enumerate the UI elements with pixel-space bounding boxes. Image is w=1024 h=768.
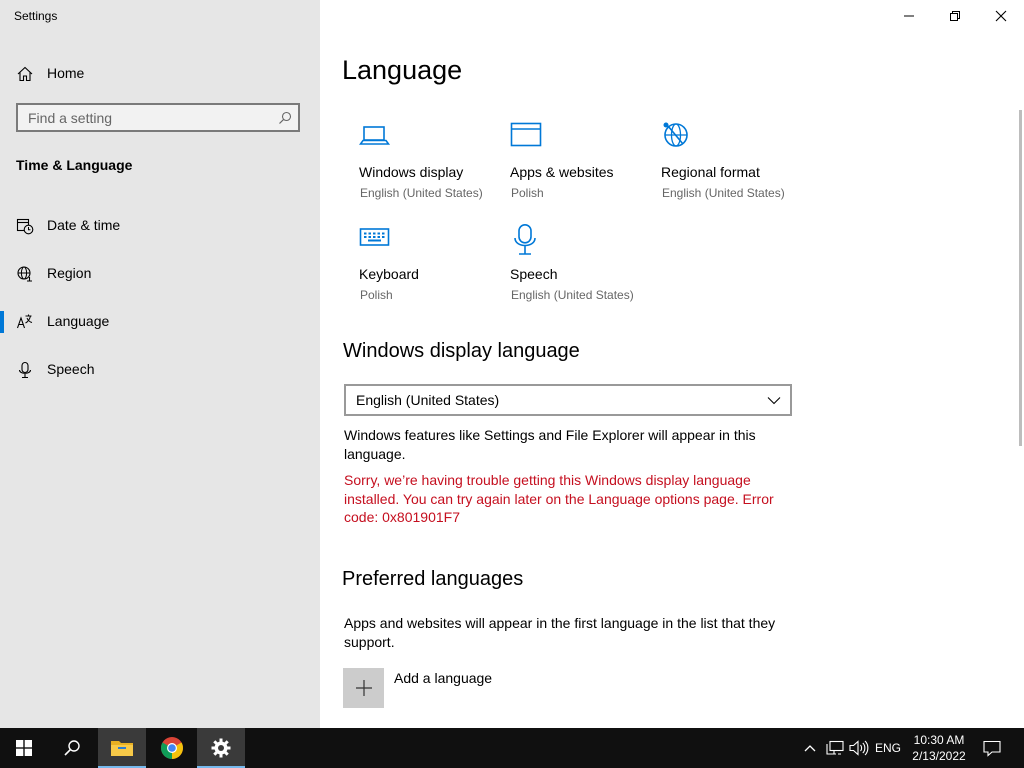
settings-icon: [211, 738, 231, 758]
tile-title: Keyboard: [359, 266, 419, 282]
tile-subtitle: English (United States): [511, 288, 634, 302]
taskbar-settings[interactable]: [197, 728, 245, 768]
taskbar-file-explorer[interactable]: [98, 728, 146, 768]
dropdown-selected-value: English (United States): [356, 392, 500, 408]
tray-volume[interactable]: [848, 728, 870, 768]
search-input[interactable]: [18, 105, 268, 130]
close-icon: [995, 10, 1007, 22]
restore-button[interactable]: [932, 0, 978, 32]
restore-icon: [950, 11, 960, 21]
sidebar-item-region[interactable]: Region: [0, 253, 320, 293]
tile-keyboard[interactable]: Keyboard Polish: [359, 224, 509, 319]
sidebar-item-date-time[interactable]: Date & time: [0, 205, 320, 245]
close-button[interactable]: [978, 0, 1024, 32]
tile-title: Speech: [510, 266, 558, 282]
display-language-dropdown[interactable]: English (United States): [344, 384, 792, 416]
preferred-languages-heading: Preferred languages: [342, 568, 524, 590]
add-language-label: Add a language: [394, 670, 493, 686]
notification-icon: [983, 740, 1001, 757]
action-center-button[interactable]: [978, 728, 1006, 768]
search-box[interactable]: [16, 103, 300, 132]
tile-subtitle: English (United States): [662, 186, 785, 200]
calendar-clock-icon: [16, 217, 34, 235]
tile-windows-display[interactable]: Windows display English (United States): [359, 122, 509, 217]
minimize-icon: [904, 15, 914, 17]
minimize-button[interactable]: [886, 0, 932, 32]
preferred-languages-description: Apps and websites will appear in the fir…: [344, 615, 776, 650]
sidebar-item-label: Region: [47, 265, 92, 281]
tile-subtitle: Polish: [360, 288, 393, 302]
file-explorer-icon: [111, 741, 133, 756]
tile-title: Regional format: [661, 164, 760, 180]
tile-subtitle: Polish: [511, 186, 544, 200]
nav-home-label: Home: [47, 65, 85, 81]
sidebar-item-label: Date & time: [47, 217, 121, 233]
search-icon: [64, 740, 80, 756]
selection-indicator: [0, 311, 4, 333]
window-icon: [510, 122, 542, 148]
tile-title: Apps & websites: [510, 164, 614, 180]
taskbar-search-button[interactable]: [48, 728, 96, 768]
laptop-icon: [359, 122, 391, 148]
globe-settings-icon: [661, 122, 693, 150]
sidebar: Settings Home Time & Language Date & tim…: [0, 0, 320, 728]
display-language-heading: Windows display language: [343, 340, 580, 362]
home-icon: [16, 65, 34, 83]
page-title: Language: [342, 55, 463, 85]
tray-clock[interactable]: 10:30 AM 2/13/2022: [904, 732, 974, 764]
globe-icon: [16, 265, 34, 283]
microphone-icon: [16, 361, 34, 379]
sidebar-item-label: Language: [47, 313, 110, 329]
tile-speech[interactable]: Speech English (United States): [510, 224, 660, 319]
display-language-error: Sorry, we’re having trouble getting this…: [344, 472, 774, 525]
sidebar-item-speech[interactable]: Speech: [0, 349, 320, 389]
search-icon[interactable]: [278, 111, 292, 125]
network-icon: [826, 740, 844, 755]
section-heading: Time & Language: [16, 157, 133, 173]
chevron-down-icon: [767, 394, 781, 406]
sidebar-item-language[interactable]: Language: [0, 301, 320, 341]
taskbar: ENG 10:30 AM 2/13/2022: [0, 728, 1024, 768]
start-icon: [16, 740, 32, 756]
clock-date: 2/13/2022: [912, 749, 966, 763]
sidebar-item-label: Speech: [47, 361, 95, 377]
app-title: Settings: [14, 9, 58, 23]
start-button[interactable]: [0, 728, 48, 768]
chevron-up-icon: [804, 745, 816, 752]
keyboard-icon: [359, 224, 391, 250]
tray-network[interactable]: [824, 728, 846, 768]
tile-subtitle: English (United States): [360, 186, 483, 200]
nav-home[interactable]: Home: [0, 53, 320, 93]
tile-apps-websites[interactable]: Apps & websites Polish: [510, 122, 660, 217]
chrome-icon: [161, 737, 183, 759]
display-language-description: Windows features like Settings and File …: [344, 427, 756, 462]
add-language-button[interactable]: Add a language: [343, 668, 543, 708]
taskbar-chrome[interactable]: [148, 728, 196, 768]
clock-time: 10:30 AM: [913, 733, 965, 747]
microphone-icon: [510, 224, 542, 256]
tile-regional-format[interactable]: Regional format English (United States): [661, 122, 811, 217]
scrollbar[interactable]: [1019, 110, 1022, 446]
tray-overflow-button[interactable]: [802, 728, 818, 768]
volume-icon: [849, 740, 869, 756]
plus-icon: [343, 668, 384, 708]
tile-title: Windows display: [359, 164, 464, 180]
language-icon: [16, 313, 34, 331]
tray-input-language[interactable]: ENG: [872, 728, 904, 768]
